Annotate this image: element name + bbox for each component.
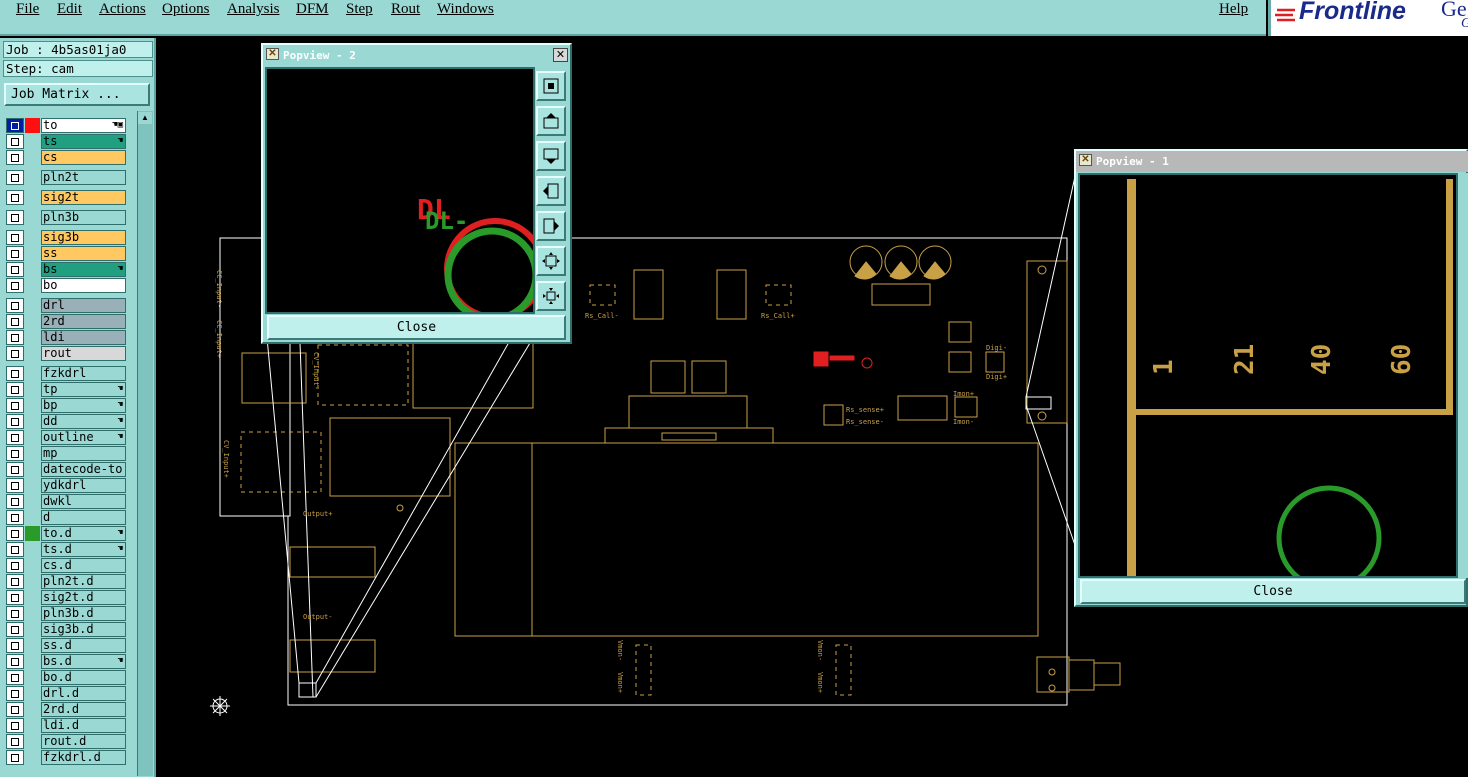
pcb-label: Imon- xyxy=(953,418,975,426)
close-window-icon[interactable]: ✕ xyxy=(553,48,568,62)
pcb-label: Rs_Call+ xyxy=(761,312,795,320)
pcb-label: Rs_sense- xyxy=(846,418,884,426)
pan-right-icon[interactable] xyxy=(536,211,566,241)
popview-1-toolstrip[interactable] xyxy=(1460,173,1468,578)
origin-crosshair-icon xyxy=(210,696,230,716)
zoom-home-icon[interactable] xyxy=(536,71,566,101)
zoom-out-icon[interactable] xyxy=(536,281,566,311)
pcb-label: Imon+ xyxy=(953,390,975,398)
genesis-app-window: { "menu": { "items": [ {"label": "File"}… xyxy=(0,0,1468,777)
pan-down-icon[interactable] xyxy=(536,141,566,171)
pan-up-icon[interactable] xyxy=(536,106,566,136)
pcb-label: Vmon- xyxy=(816,640,824,662)
popview-2-canvas[interactable]: DL DL- xyxy=(265,67,546,323)
popview-2-drawing: DL DL- xyxy=(417,193,546,323)
pcb-label: CV_Input+ xyxy=(222,440,230,478)
popview-1-window[interactable]: ✕ Popview - 1 1 21 40 60 Close xyxy=(1074,149,1468,607)
scale-number: 1 xyxy=(1149,359,1179,375)
popview-1-close-button[interactable]: Close xyxy=(1080,579,1466,604)
popview-2-window[interactable]: ✕ Popview - 2 ✕ DL DL- Close xyxy=(261,43,572,344)
zoom-in-icon[interactable] xyxy=(536,246,566,276)
popview-2-close-button[interactable]: Close xyxy=(267,315,566,340)
scale-number: 21 xyxy=(1230,344,1260,375)
pcb-label: Digi- xyxy=(986,344,1008,352)
pcb-label: Vmon+ xyxy=(616,672,624,694)
scale-number: 60 xyxy=(1387,344,1417,375)
pcb-label: Output+ xyxy=(303,510,333,518)
popview-2-title: Popview - 2 xyxy=(283,49,356,62)
pan-left-icon[interactable] xyxy=(536,176,566,206)
pcb-label: Rs_Call- xyxy=(585,312,619,320)
pcb-label: Vmon- xyxy=(616,640,624,662)
pcb-label: CV_Input- xyxy=(312,352,320,390)
pcb-label: Output- xyxy=(303,613,333,621)
pcb-label: Digi+ xyxy=(986,373,1008,381)
popview-1-drawing: 1 21 40 60 xyxy=(1127,179,1453,591)
pcb-label: Rs_sense+ xyxy=(846,406,884,414)
popview-1-title: Popview - 1 xyxy=(1096,155,1169,168)
scale-number: 40 xyxy=(1307,344,1337,375)
pv2-green-text: DL- xyxy=(425,207,468,235)
pcb-label: Vmon+ xyxy=(816,672,824,694)
popview-1-canvas[interactable]: 1 21 40 60 xyxy=(1078,173,1458,591)
pcb-label: CC_Input- xyxy=(215,270,223,308)
pcb-label: CC_Input+ xyxy=(215,320,223,358)
